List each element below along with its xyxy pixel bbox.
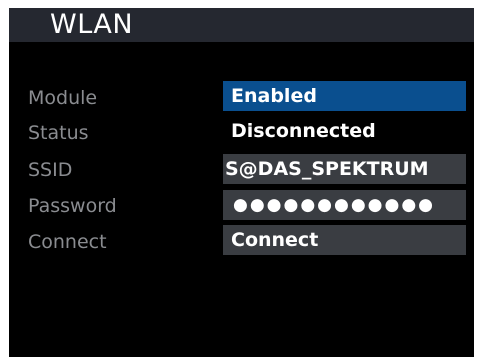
module-toggle[interactable]: Enabled <box>223 81 466 111</box>
ssid-value-text: S@DAS_SPEKTRUM <box>225 158 429 180</box>
password-field[interactable]: ●●●●●●●●●●●● <box>223 190 466 220</box>
status-label: Status <box>28 122 89 144</box>
ssid-label: SSID <box>28 159 73 181</box>
module-label: Module <box>28 87 98 109</box>
title-bar: WLAN <box>9 8 474 42</box>
wlan-screen: WLAN Module Enabled Status Disconnected … <box>9 8 474 357</box>
ssid-field[interactable]: S@DAS_SPEKTRUM <box>223 154 466 184</box>
connect-label: Connect <box>28 231 107 253</box>
password-label: Password <box>28 195 117 217</box>
status-value: Disconnected <box>231 120 376 142</box>
connect-button[interactable]: Connect <box>223 225 466 255</box>
page-title: WLAN <box>50 9 134 40</box>
